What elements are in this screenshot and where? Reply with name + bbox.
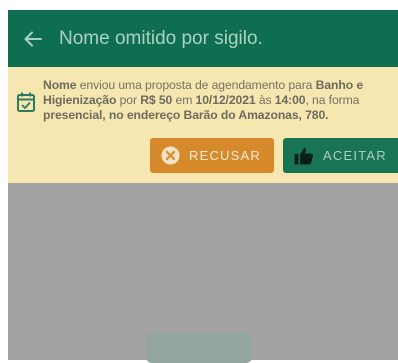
proposal-message: Nome enviou uma proposta de agendamento …	[43, 78, 395, 123]
sender-name: Nome	[43, 78, 77, 92]
message-text: , na forma	[305, 93, 360, 107]
message-text: em	[172, 93, 196, 107]
accept-label: ACEITAR	[323, 148, 387, 163]
proposal-banner: Nome enviou uma proposta de agendamento …	[8, 67, 398, 183]
screen: Nome omitido por sigilo. Nome enviou uma…	[8, 10, 398, 360]
time: 14:00	[274, 93, 306, 107]
bottom-action-button[interactable]	[146, 333, 252, 363]
date: 10/12/2021	[195, 93, 256, 107]
message-text: por	[116, 93, 141, 107]
price: R$ 50	[140, 93, 173, 107]
modality: presencial, no endereço Barão do Amazona…	[43, 108, 329, 122]
decline-label: RECUSAR	[189, 148, 261, 163]
proposal-actions: RECUSAR ACEITAR	[8, 138, 398, 174]
thumbs-up-icon	[294, 147, 314, 165]
close-circle-icon	[161, 146, 180, 165]
message-text: enviou uma proposta de agendamento para	[76, 78, 316, 92]
calendar-check-icon	[17, 92, 35, 112]
page-title: Nome omitido por sigilo.	[59, 27, 263, 49]
arrow-left-icon[interactable]	[24, 29, 44, 49]
accept-button[interactable]: ACEITAR	[283, 138, 398, 173]
message-text: às	[255, 93, 275, 107]
decline-button[interactable]: RECUSAR	[150, 138, 274, 173]
app-bar: Nome omitido por sigilo.	[8, 10, 398, 67]
